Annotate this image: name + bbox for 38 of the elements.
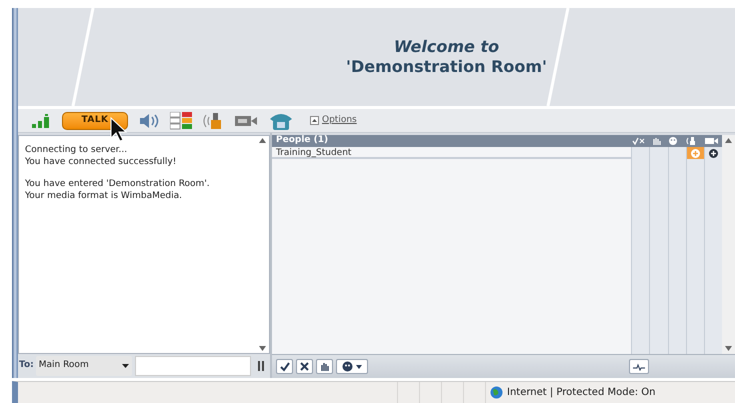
chat-message: You have entered 'Demonstration Room'. [25,178,211,190]
emoticon-button[interactable] [336,359,368,374]
scroll-up-icon[interactable] [725,138,732,143]
people-header: People (1) [275,134,330,148]
scrollbar[interactable] [722,135,735,354]
check-icon [279,361,290,372]
smiley-icon [342,361,353,372]
video-camera-icon[interactable] [234,114,258,128]
talk-button[interactable]: TALK [62,112,128,130]
pause-icon[interactable] [258,361,264,371]
security-zone: Internet | Protected Mode: On [507,386,656,400]
level-meter-icon [170,112,192,130]
activity-button[interactable] [629,359,649,374]
message-field[interactable] [134,356,251,376]
pulse-icon [633,362,645,370]
speaker-icon[interactable] [138,112,160,128]
scroll-up-icon[interactable] [258,138,266,143]
check-button[interactable] [276,359,293,374]
banner-title: Welcome to [394,37,500,57]
cross-button[interactable] [296,359,313,374]
microphone-icon[interactable] [202,112,224,130]
collapse-icon [310,116,319,125]
chat-message: Connecting to server... [25,144,128,156]
cross-icon [299,361,310,372]
participant-name[interactable]: Training_Student [272,147,631,159]
caret-icon [122,364,129,368]
options-link[interactable]: Options [310,114,357,128]
raise-hand-button[interactable] [316,359,333,374]
to-label: To: [19,359,34,372]
room-title: 'Demonstration Room' [346,57,547,77]
globe-icon [490,386,503,399]
scroll-down-icon[interactable] [725,346,732,351]
signal-icon [32,114,52,128]
recipient-dropdown[interactable]: Main Room [36,356,132,376]
scroll-down-icon[interactable] [258,346,266,351]
chat-message: You have connected successfully! [25,156,178,168]
caret-icon [356,364,362,368]
chat-message: Your media format is WimbaMedia. [25,190,183,202]
